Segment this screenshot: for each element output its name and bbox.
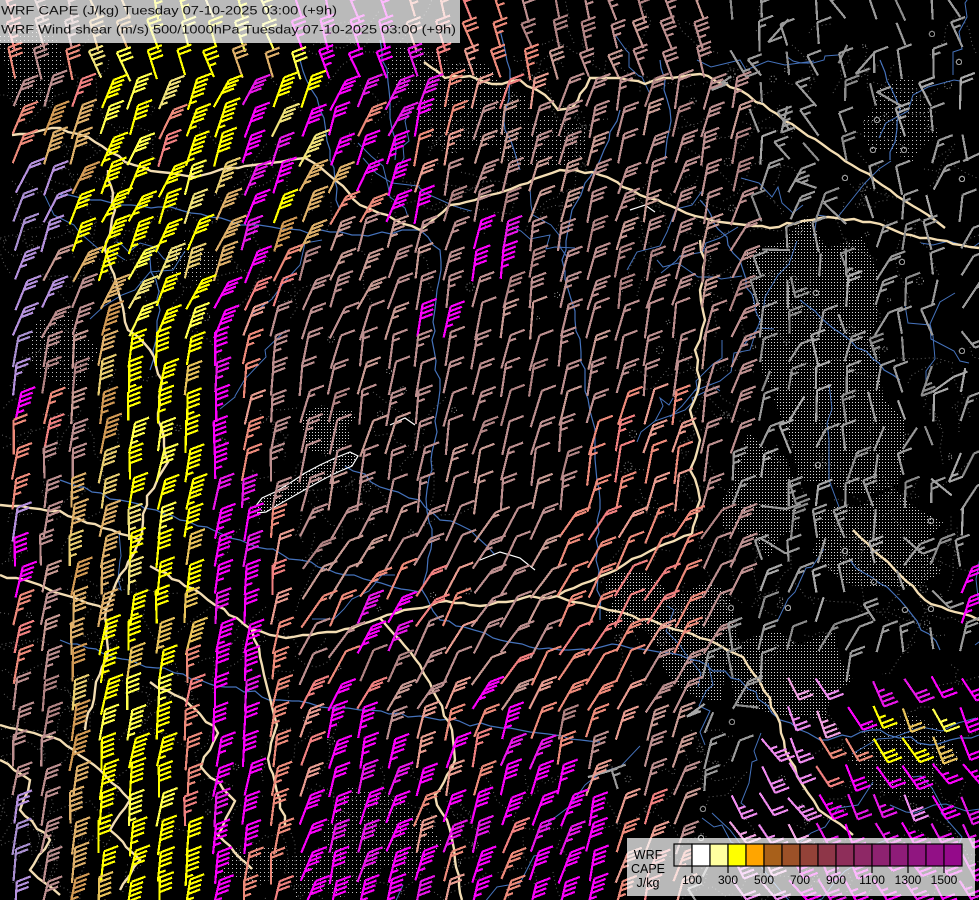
svg-text:WRF: WRF bbox=[634, 848, 663, 862]
svg-text:500: 500 bbox=[754, 873, 774, 887]
svg-text:WRF Wind shear (m/s) 500/1000h: WRF Wind shear (m/s) 500/1000hPa Tuesday… bbox=[1, 23, 456, 37]
svg-text:900: 900 bbox=[826, 873, 846, 887]
svg-text:CAPE: CAPE bbox=[631, 862, 665, 876]
svg-text:J/kg: J/kg bbox=[637, 876, 660, 890]
svg-text:1300: 1300 bbox=[895, 873, 922, 887]
svg-text:WRF CAPE (J/kg) Tuesday 07-10-: WRF CAPE (J/kg) Tuesday 07-10-2025 03:00… bbox=[1, 4, 337, 18]
svg-text:300: 300 bbox=[718, 873, 738, 887]
svg-text:700: 700 bbox=[790, 873, 810, 887]
svg-text:1100: 1100 bbox=[859, 873, 885, 887]
svg-text:1500: 1500 bbox=[931, 873, 958, 887]
svg-text:100: 100 bbox=[682, 873, 702, 887]
